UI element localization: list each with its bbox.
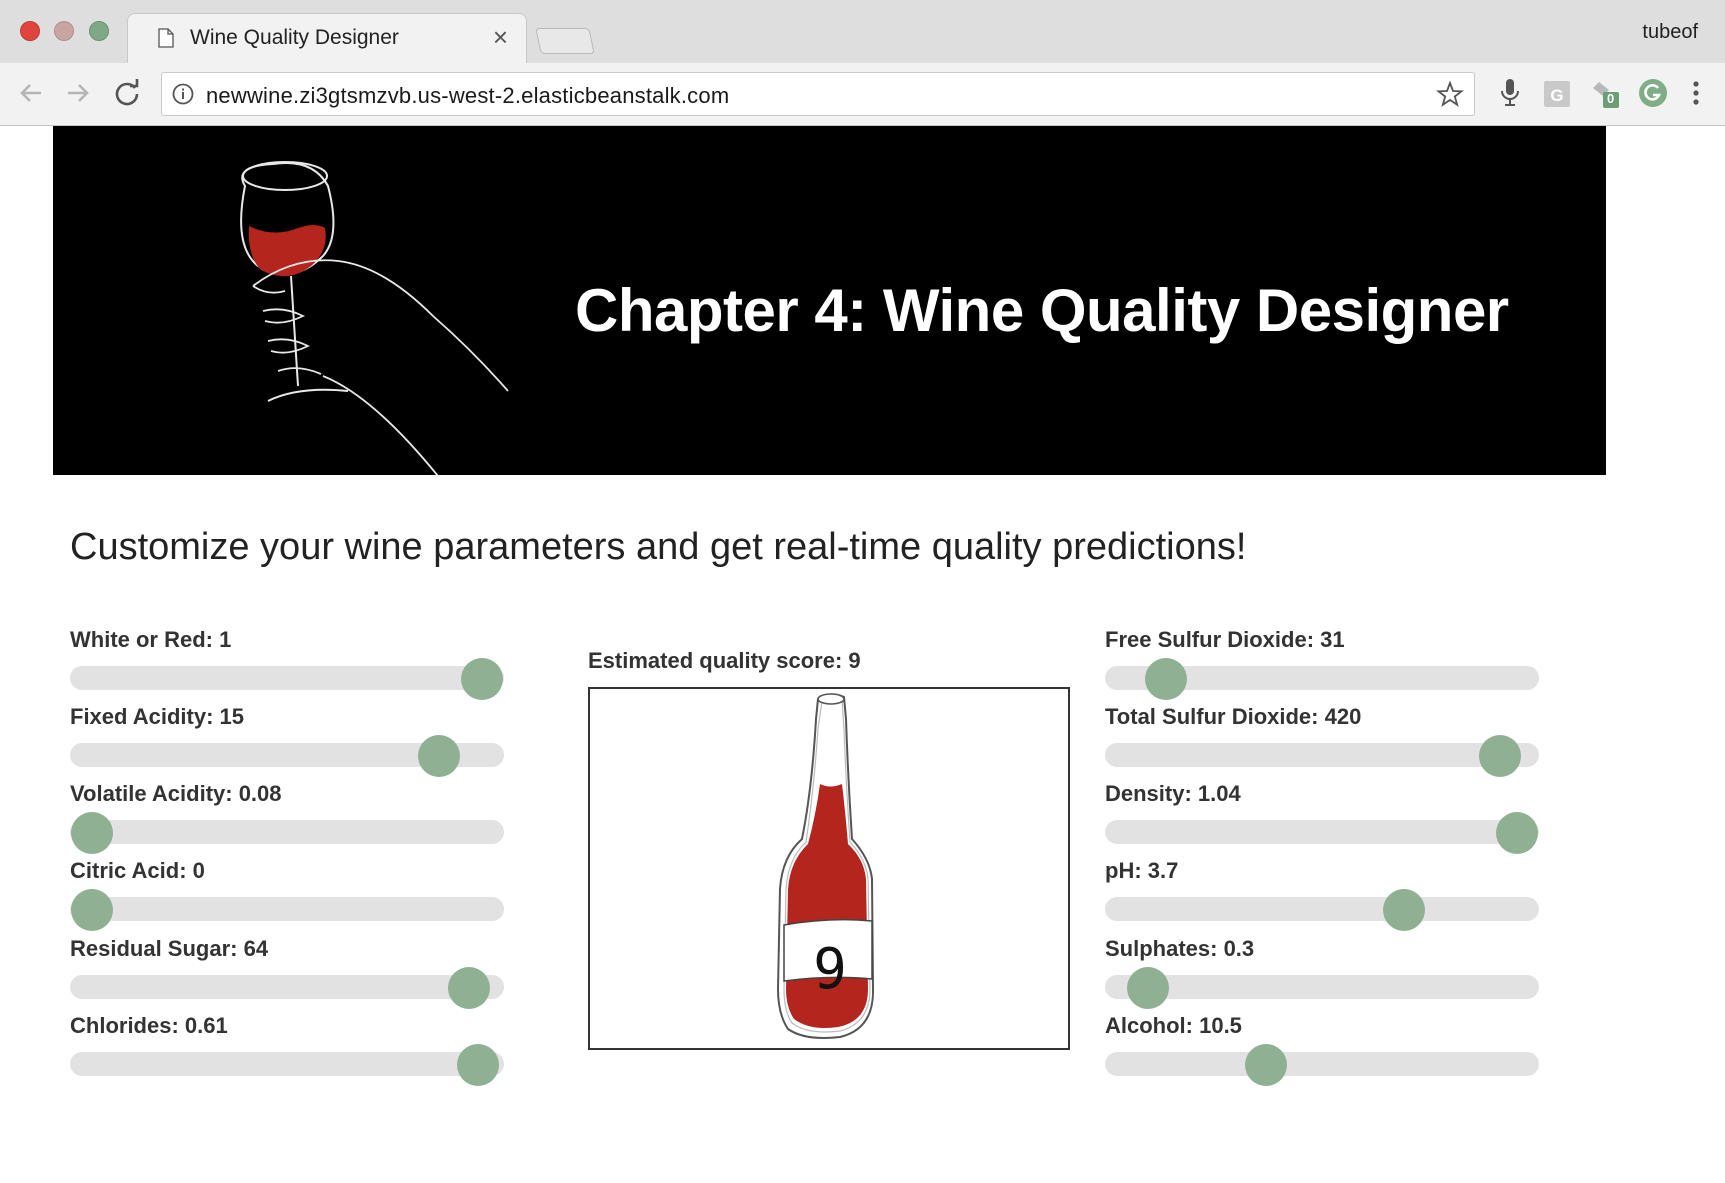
prediction-panel: 9 bbox=[588, 687, 1070, 1050]
slider-label: Fixed Acidity: 15 bbox=[70, 704, 245, 729]
quality-score-label: Estimated quality score: 9 bbox=[588, 648, 861, 673]
slider-label: Residual Sugar: 64 bbox=[70, 936, 269, 961]
header-banner: Chapter 4: Wine Quality Designer bbox=[53, 126, 1606, 475]
slider-fixed-acidity: Fixed Acidity: 15 bbox=[70, 704, 505, 777]
tab-title: Wine Quality Designer bbox=[190, 26, 399, 49]
forward-arrow-icon[interactable] bbox=[62, 77, 94, 109]
browser-tab[interactable]: Wine Quality Designer × bbox=[127, 13, 527, 65]
slider-track[interactable] bbox=[1105, 812, 1539, 854]
slider-label: Density: 1.04 bbox=[1105, 781, 1241, 806]
slider-track[interactable] bbox=[1105, 967, 1539, 1009]
slider-volatile-acidity: Volatile Acidity: 0.08 bbox=[70, 781, 505, 854]
browser-tab-bar: Wine Quality Designer × tubeof bbox=[0, 0, 1725, 65]
slider-label: White or Red: 1 bbox=[70, 627, 232, 652]
slider-label: Free Sulfur Dioxide: 31 bbox=[1105, 627, 1345, 652]
back-arrow-icon[interactable] bbox=[15, 77, 47, 109]
menu-dots-icon[interactable] bbox=[1680, 76, 1712, 110]
slider-track[interactable] bbox=[70, 812, 504, 854]
slider-thumb[interactable] bbox=[1127, 967, 1170, 1009]
grammarly-icon[interactable] bbox=[1637, 76, 1669, 110]
slider-label: Total Sulfur Dioxide: 420 bbox=[1105, 704, 1362, 729]
slider-sulphates: Sulphates: 0.3 bbox=[1105, 936, 1540, 1009]
slider-thumb[interactable] bbox=[456, 1044, 499, 1086]
slider-total-sulfur-dioxide: Total Sulfur Dioxide: 420 bbox=[1105, 704, 1540, 777]
slider-thumb[interactable] bbox=[1144, 658, 1187, 700]
page-subtitle: Customize your wine parameters and get r… bbox=[70, 526, 1247, 568]
slider-label: Chlorides: 0.61 bbox=[70, 1013, 228, 1038]
tab-close-icon[interactable]: × bbox=[493, 22, 508, 53]
slider-thumb[interactable] bbox=[70, 889, 113, 931]
slider-label: pH: 3.7 bbox=[1105, 858, 1179, 883]
new-tab-button[interactable] bbox=[535, 28, 595, 54]
slider-thumb[interactable] bbox=[448, 967, 491, 1009]
slider-track[interactable] bbox=[70, 889, 504, 931]
reload-icon[interactable] bbox=[111, 77, 143, 109]
badge-extension-icon[interactable]: 0 bbox=[1589, 76, 1621, 110]
slider-white-or-red: White or Red: 1 bbox=[70, 627, 505, 700]
slider-thumb[interactable] bbox=[1478, 735, 1521, 777]
bookmark-star-icon[interactable] bbox=[1436, 80, 1464, 108]
slider-thumb[interactable] bbox=[1383, 889, 1426, 931]
maximize-window-button[interactable] bbox=[89, 21, 109, 41]
browser-toolbar: newwine.zi3gtsmzvb.us-west-2.elasticbean… bbox=[0, 63, 1725, 126]
microphone-icon[interactable] bbox=[1494, 76, 1526, 110]
close-window-button[interactable] bbox=[20, 21, 40, 41]
google-extension-icon[interactable]: G bbox=[1541, 76, 1573, 110]
slider-track[interactable] bbox=[70, 735, 504, 777]
minimize-window-button[interactable] bbox=[54, 21, 74, 41]
slider-track[interactable] bbox=[70, 1044, 504, 1086]
address-bar[interactable]: newwine.zi3gtsmzvb.us-west-2.elasticbean… bbox=[161, 72, 1475, 116]
slider-label: Alcohol: 10.5 bbox=[1105, 1013, 1242, 1038]
document-icon bbox=[158, 28, 174, 48]
extension-badge-count: 0 bbox=[1607, 91, 1615, 106]
wine-glass-hand-illustration bbox=[240, 161, 509, 475]
slider-thumb[interactable] bbox=[1496, 812, 1539, 854]
slider-track[interactable] bbox=[70, 967, 504, 1009]
slider-thumb[interactable] bbox=[417, 735, 460, 777]
slider-thumb[interactable] bbox=[1244, 1044, 1287, 1086]
slider-density: Density: 1.04 bbox=[1105, 781, 1540, 854]
slider-ph: pH: 3.7 bbox=[1105, 858, 1540, 931]
slider-label: Citric Acid: 0 bbox=[70, 858, 205, 883]
slider-chlorides: Chlorides: 0.61 bbox=[70, 1013, 505, 1086]
slider-track[interactable] bbox=[1105, 889, 1539, 931]
slider-label: Sulphates: 0.3 bbox=[1105, 936, 1255, 961]
slider-track[interactable] bbox=[70, 658, 504, 700]
slider-thumb[interactable] bbox=[70, 812, 113, 854]
slider-label: Volatile Acidity: 0.08 bbox=[70, 781, 282, 806]
slider-thumb[interactable] bbox=[461, 658, 504, 700]
banner-title: Chapter 4: Wine Quality Designer bbox=[575, 277, 1509, 344]
url-text[interactable]: newwine.zi3gtsmzvb.us-west-2.elasticbean… bbox=[206, 83, 729, 109]
slider-track[interactable] bbox=[1105, 658, 1539, 700]
svg-text:G: G bbox=[1550, 86, 1563, 105]
slider-free-sulfur-dioxide: Free Sulfur Dioxide: 31 bbox=[1105, 627, 1540, 700]
bottle-quality-number: 9 bbox=[813, 937, 847, 1002]
info-icon[interactable] bbox=[172, 83, 194, 105]
slider-track[interactable] bbox=[1105, 735, 1539, 777]
slider-residual-sugar: Residual Sugar: 64 bbox=[70, 936, 505, 1009]
slider-track[interactable] bbox=[1105, 1044, 1539, 1086]
slider-citric-acid: Citric Acid: 0 bbox=[70, 858, 505, 931]
profile-name[interactable]: tubeof bbox=[1642, 21, 1698, 44]
slider-alcohol: Alcohol: 10.5 bbox=[1105, 1013, 1540, 1086]
